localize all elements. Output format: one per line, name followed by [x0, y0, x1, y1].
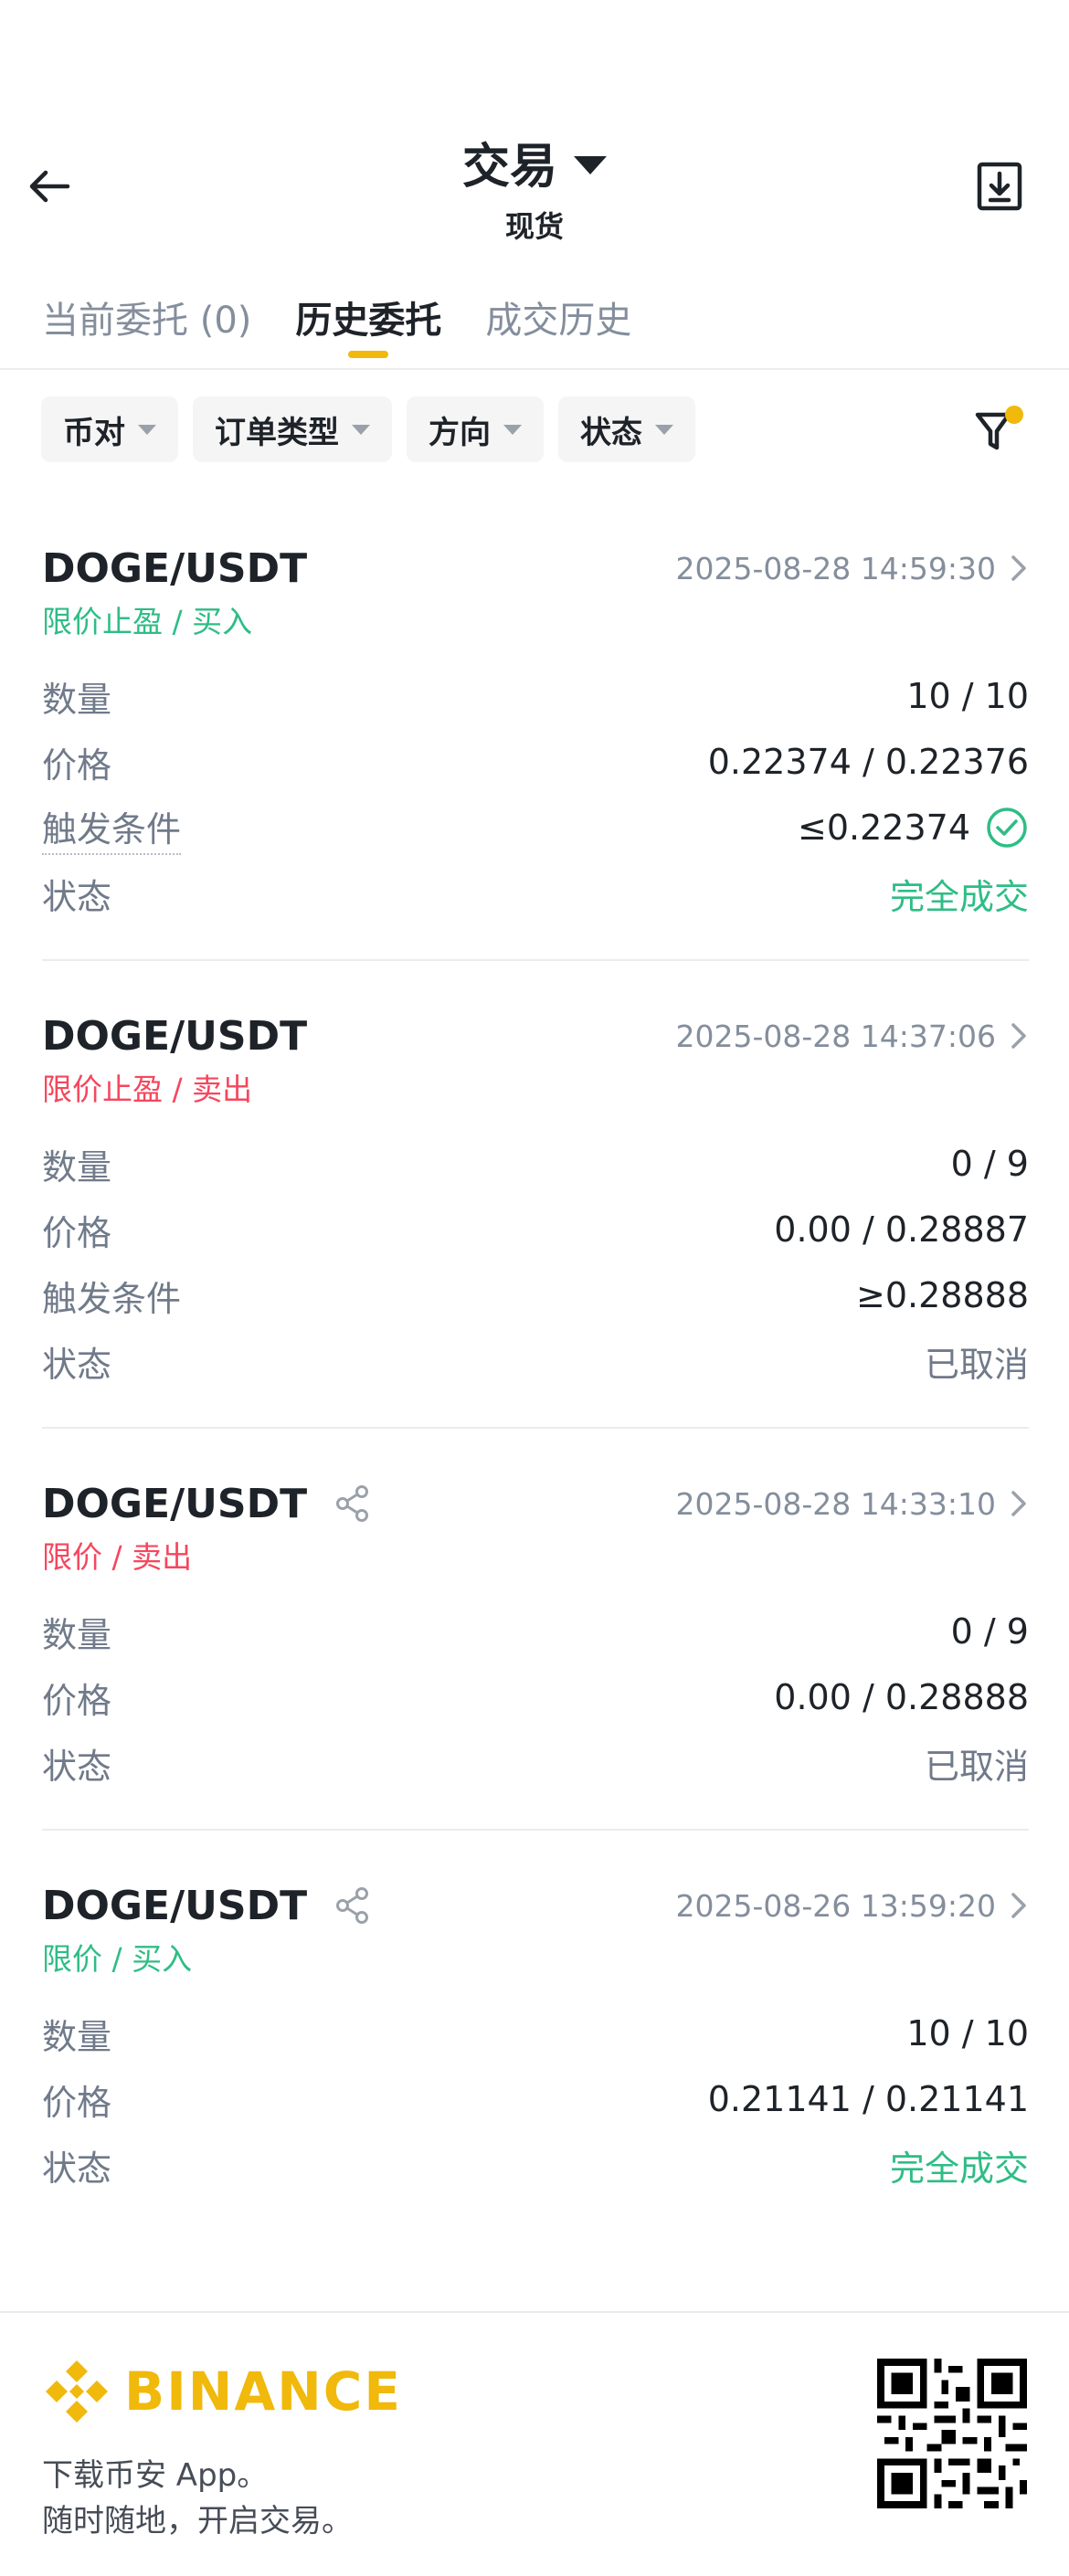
order-pair: DOGE/USDT	[42, 544, 308, 592]
trigger-value-wrap: ≤0.22374	[798, 806, 1029, 850]
order-type-side: 限价止盈 / 卖出	[42, 1072, 253, 1107]
page-title: 交易	[461, 140, 557, 195]
order-type-side: 限价 / 卖出	[42, 1539, 193, 1575]
share-icon[interactable]	[333, 1885, 373, 1926]
price-value: 0.21141 / 0.21141	[707, 2079, 1029, 2119]
filter-status-label: 状态	[580, 414, 642, 451]
promo-line-2: 随时随地，开启交易。	[42, 2503, 353, 2539]
chevron-right-icon	[1011, 1023, 1026, 1049]
binance-diamond-icon	[46, 2360, 108, 2423]
price-label: 价格	[42, 2082, 112, 2123]
advanced-filter-button[interactable]	[972, 404, 1025, 459]
page-subtitle: 现货	[504, 209, 564, 244]
order-pair: DOGE/USDT	[42, 1012, 308, 1060]
status-value: 已取消	[924, 1746, 1029, 1787]
order-card[interactable]: DOGE/USDT 2025-08-28 14:33:10 限价 / 卖出 数量…	[42, 1429, 1029, 1831]
order-card[interactable]: DOGE/USDT 2025-08-28 14:59:30 限价止盈 / 买入 …	[42, 493, 1029, 961]
order-pair: DOGE/USDT	[42, 1882, 308, 1929]
chevron-right-icon	[1011, 1893, 1026, 1918]
filter-pair[interactable]: 币对	[41, 396, 178, 462]
chevron-right-icon	[1011, 1491, 1026, 1516]
title-block: 交易 现货	[0, 128, 1069, 246]
share-icon[interactable]	[333, 1483, 373, 1524]
filter-order-type-label: 订单类型	[215, 414, 339, 451]
status-value: 完全成交	[889, 876, 1029, 917]
status-label: 状态	[42, 876, 112, 917]
qty-value: 10 / 10	[906, 676, 1029, 716]
qty-label: 数量	[42, 1614, 112, 1655]
order-type-side: 限价 / 买入	[42, 1941, 193, 1977]
caret-down-icon	[574, 155, 607, 174]
tab-trade-history[interactable]: 成交历史	[485, 290, 631, 354]
order-card[interactable]: DOGE/USDT 2025-08-26 13:59:20 限价 / 买入 数量…	[42, 1831, 1029, 2231]
qty-value: 0 / 9	[950, 1144, 1029, 1184]
order-card[interactable]: DOGE/USDT 2025-08-28 14:37:06 限价止盈 / 卖出 …	[42, 961, 1029, 1429]
qty-label: 数量	[42, 679, 112, 720]
status-label: 状态	[42, 1746, 112, 1787]
qty-value: 0 / 9	[950, 1611, 1029, 1652]
trigger-label[interactable]: 触发条件	[42, 801, 182, 855]
download-icon	[977, 162, 1022, 211]
price-value: 0.00 / 0.28887	[774, 1209, 1029, 1250]
tabs-divider	[0, 368, 1069, 370]
order-pair: DOGE/USDT	[42, 1480, 308, 1527]
caret-down-icon	[138, 424, 156, 435]
order-tabs: 当前委托 (0) 历史委托 成交历史	[42, 290, 631, 354]
filter-bar: 币对 订单类型 方向 状态	[41, 396, 695, 462]
app-download-banner: BINANCE 下载币安 App。 随时随地，开启交易。	[0, 2311, 1069, 2576]
caret-down-icon	[655, 424, 673, 435]
brand-name: BINANCE	[124, 2360, 402, 2423]
order-time: 2025-08-28 14:59:30	[675, 550, 996, 586]
price-label: 价格	[42, 1680, 112, 1721]
qty-label: 数量	[42, 2016, 112, 2057]
status-value: 完全成交	[889, 2148, 1029, 2189]
order-list: DOGE/USDT 2025-08-28 14:59:30 限价止盈 / 买入 …	[42, 493, 1029, 2231]
caret-down-icon	[352, 424, 370, 435]
filter-status[interactable]: 状态	[558, 396, 695, 462]
order-detail-link[interactable]: 2025-08-26 13:59:20	[676, 1888, 1029, 1924]
filter-pair-label: 币对	[63, 414, 125, 451]
status-label: 状态	[42, 2148, 112, 2189]
status-label: 状态	[42, 1344, 112, 1385]
trigger-value: ≤0.22374	[798, 808, 970, 848]
tab-order-history[interactable]: 历史委托	[295, 290, 441, 354]
chevron-right-icon	[1011, 555, 1026, 581]
app-header: 交易 现货	[0, 0, 1069, 274]
price-value: 0.22374 / 0.22376	[707, 742, 1029, 782]
qr-code-icon	[877, 2359, 1027, 2508]
filter-side[interactable]: 方向	[407, 396, 544, 462]
qty-value: 10 / 10	[906, 2013, 1029, 2053]
check-circle-icon	[987, 808, 1027, 848]
price-label: 价格	[42, 744, 112, 786]
order-time: 2025-08-26 13:59:20	[675, 1887, 996, 1924]
tab-open-orders[interactable]: 当前委托 (0)	[42, 290, 251, 354]
export-button[interactable]	[976, 161, 1023, 212]
binance-logo: BINANCE	[42, 2357, 402, 2426]
order-detail-link[interactable]: 2025-08-28 14:59:30	[676, 551, 1029, 586]
trigger-label: 触发条件	[42, 1278, 182, 1319]
filter-order-type[interactable]: 订单类型	[193, 396, 392, 462]
order-type-side: 限价止盈 / 买入	[42, 604, 253, 639]
price-value: 0.00 / 0.28888	[774, 1677, 1029, 1717]
order-time: 2025-08-28 14:33:10	[675, 1485, 996, 1522]
trigger-value: ≥0.28888	[856, 1275, 1029, 1315]
price-label: 价格	[42, 1212, 112, 1253]
order-detail-link[interactable]: 2025-08-28 14:37:06	[676, 1019, 1029, 1054]
qty-label: 数量	[42, 1146, 112, 1188]
order-time: 2025-08-28 14:37:06	[675, 1018, 996, 1054]
market-switch[interactable]: 交易	[462, 128, 607, 196]
filter-funnel-icon	[975, 406, 1023, 450]
order-detail-link[interactable]: 2025-08-28 14:33:10	[676, 1486, 1029, 1522]
filter-side-label: 方向	[429, 414, 491, 451]
status-value: 已取消	[924, 1344, 1029, 1385]
caret-down-icon	[503, 424, 522, 435]
promo-line-1: 下载币安 App。	[42, 2457, 269, 2494]
